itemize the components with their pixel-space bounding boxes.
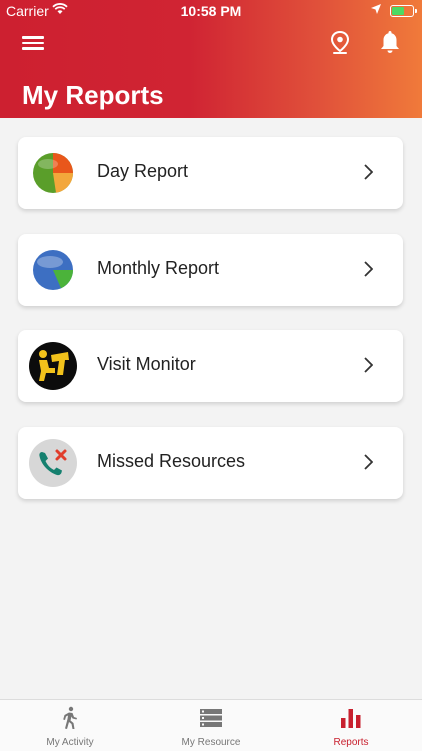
tab-my-activity-label: My Activity [46, 737, 94, 748]
battery-icon [390, 5, 417, 17]
status-bar: Carrier 10:58 PM [0, 0, 422, 22]
visit-monitor-label: Visit Monitor [97, 354, 196, 374]
missed-resources-label: Missed Resources [97, 451, 246, 471]
day-report-label: Day Report [97, 161, 189, 181]
monthly-report-item[interactable]: Monthly Report [18, 234, 403, 306]
visit-monitor-item[interactable]: Visit Monitor [18, 330, 403, 402]
monthly-report-label: Monthly Report [97, 258, 220, 278]
visit-monitor-icon [29, 342, 77, 390]
location-arrow-icon [371, 4, 381, 14]
bell-icon[interactable] [378, 29, 402, 55]
walking-person-icon [63, 706, 77, 729]
missed-call-icon [29, 439, 77, 487]
server-list-icon [200, 709, 222, 727]
tab-my-resource[interactable]: My Resource [141, 700, 281, 751]
bottom-tab-bar: My Activity My Resource Reports [0, 699, 422, 751]
page-title: My Reports [22, 80, 164, 110]
pie-chart-orange-icon [33, 153, 74, 193]
chevron-right-icon [364, 164, 373, 180]
chevron-right-icon [364, 454, 373, 470]
chevron-right-icon [364, 261, 373, 277]
tab-reports[interactable]: Reports [281, 700, 421, 751]
chevron-right-icon [364, 357, 373, 373]
day-report-item[interactable]: Day Report [18, 137, 403, 209]
menu-icon[interactable] [22, 33, 44, 51]
clock: 10:58 PM [180, 3, 242, 19]
bar-chart-icon [341, 709, 361, 728]
app-header: Carrier 10:58 PM My Reports [0, 0, 422, 118]
tab-my-resource-label: My Resource [181, 737, 241, 748]
tab-reports-label: Reports [333, 737, 369, 748]
tab-my-activity[interactable]: My Activity [0, 700, 140, 751]
pie-chart-blue-icon [33, 250, 73, 290]
location-pin-icon[interactable] [330, 31, 350, 55]
missed-resources-item[interactable]: Missed Resources [18, 427, 403, 499]
